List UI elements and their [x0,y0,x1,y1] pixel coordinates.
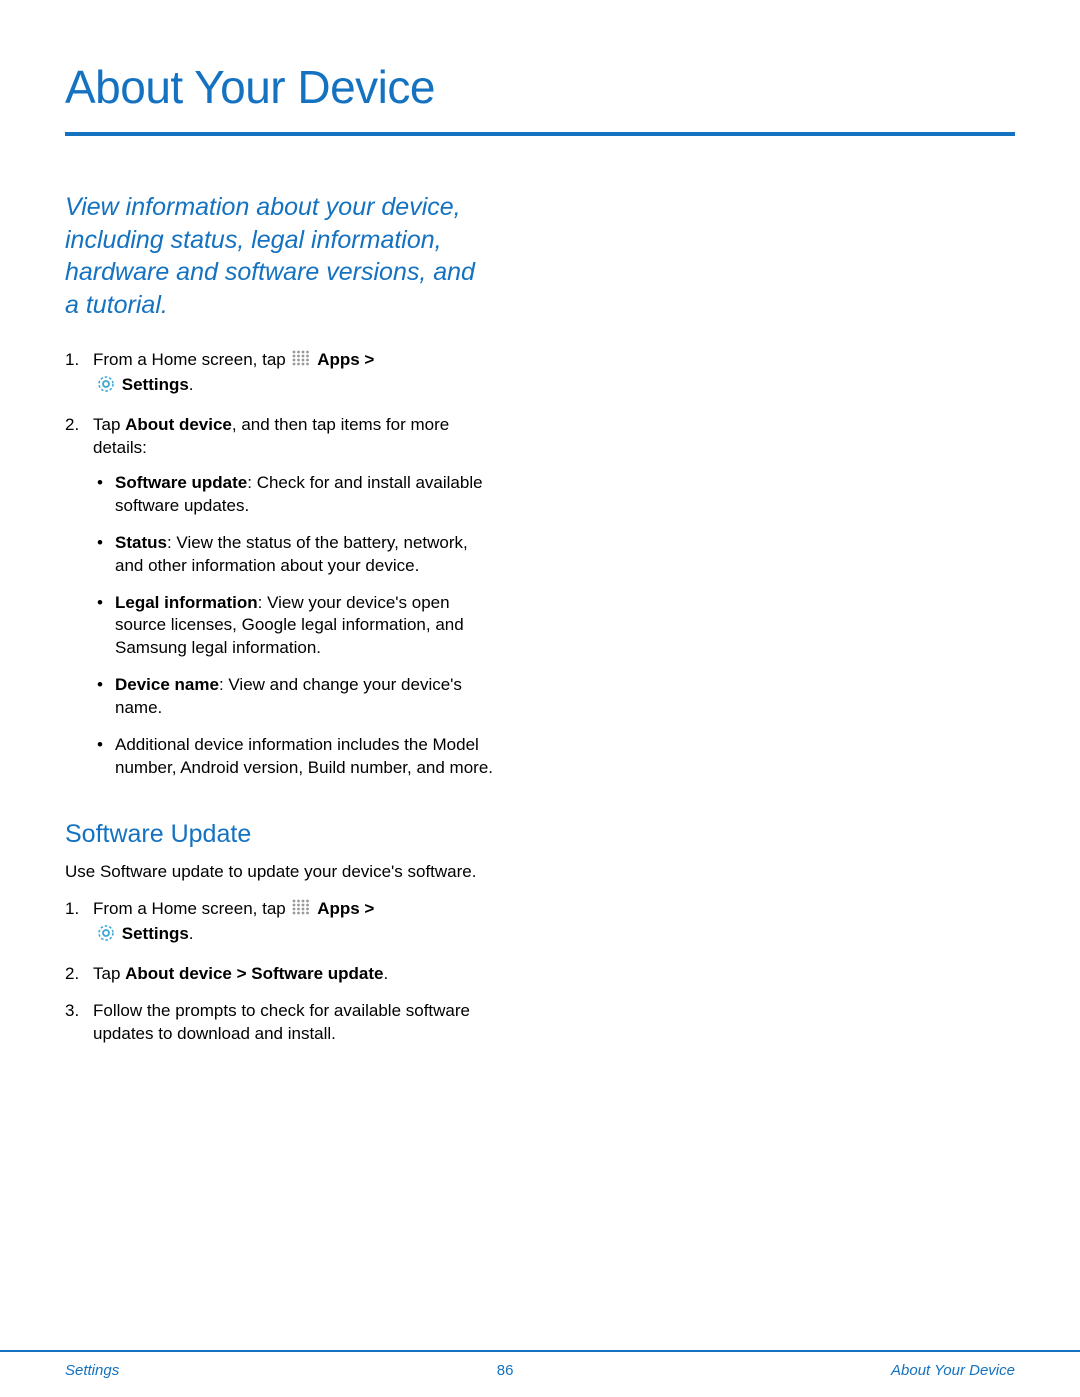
bullet-item: Legal information: View your device's op… [93,592,495,661]
apps-label: Apps [317,899,360,918]
step-1-prefix: From a Home screen, tap [93,350,290,369]
step-2: Tap About device > Software update. [65,963,495,986]
bullet-rest: Additional device information includes t… [115,735,493,777]
settings-icon [97,924,115,949]
bullet-bold: Legal information [115,593,258,612]
step-3-text: Follow the prompts to check for availabl… [93,1001,470,1043]
page-title: About Your Device [65,60,1015,114]
footer-left: Settings [65,1362,119,1379]
step-1: From a Home screen, tap Apps > [65,349,495,400]
software-update-heading: Software Update [65,820,495,849]
gt-sep: > [360,350,375,369]
settings-label: Settings [122,375,189,394]
bullets-list: Software update: Check for and install a… [93,472,495,780]
page-footer: Settings 86 About Your Device [0,1350,1080,1397]
step-2: Tap About device, and then tap items for… [65,414,495,780]
apps-icon [292,899,310,923]
bullet-bold: Device name [115,675,219,694]
step-2-prefix: Tap [93,415,125,434]
footer-right: About Your Device [891,1362,1015,1379]
steps-list-2: From a Home screen, tap Apps > [65,898,495,1046]
bullet-item: Additional device information includes t… [93,734,495,780]
step-1-prefix: From a Home screen, tap [93,899,290,918]
steps-list-1: From a Home screen, tap Apps > [65,349,495,780]
bullet-item: Software update: Check for and install a… [93,472,495,518]
intro-text: View information about your device, incl… [65,191,495,321]
bullet-bold: Status [115,533,167,552]
apps-label: Apps [317,350,360,369]
apps-icon [292,350,310,374]
bullet-bold: Software update [115,473,247,492]
step-2-bold: About device [125,415,232,434]
bullet-item: Device name: View and change your device… [93,674,495,720]
step-2-prefix: Tap [93,964,125,983]
bullet-item: Status: View the status of the battery, … [93,532,495,578]
software-update-intro: Use Software update to update your devic… [65,861,495,884]
step-1: From a Home screen, tap Apps > [65,898,495,949]
title-divider [65,132,1015,136]
bullet-rest: : View the status of the battery, networ… [115,533,468,575]
gt-sep: > [360,899,375,918]
settings-label: Settings [122,924,189,943]
content-column: View information about your device, incl… [65,191,495,1046]
step-2-bold: About device > Software update [125,964,383,983]
period: . [189,375,194,394]
step-3: Follow the prompts to check for availabl… [65,1000,495,1046]
period: . [189,924,194,943]
step-2-suffix: . [384,964,389,983]
settings-icon [97,375,115,400]
footer-page-number: 86 [497,1362,514,1379]
